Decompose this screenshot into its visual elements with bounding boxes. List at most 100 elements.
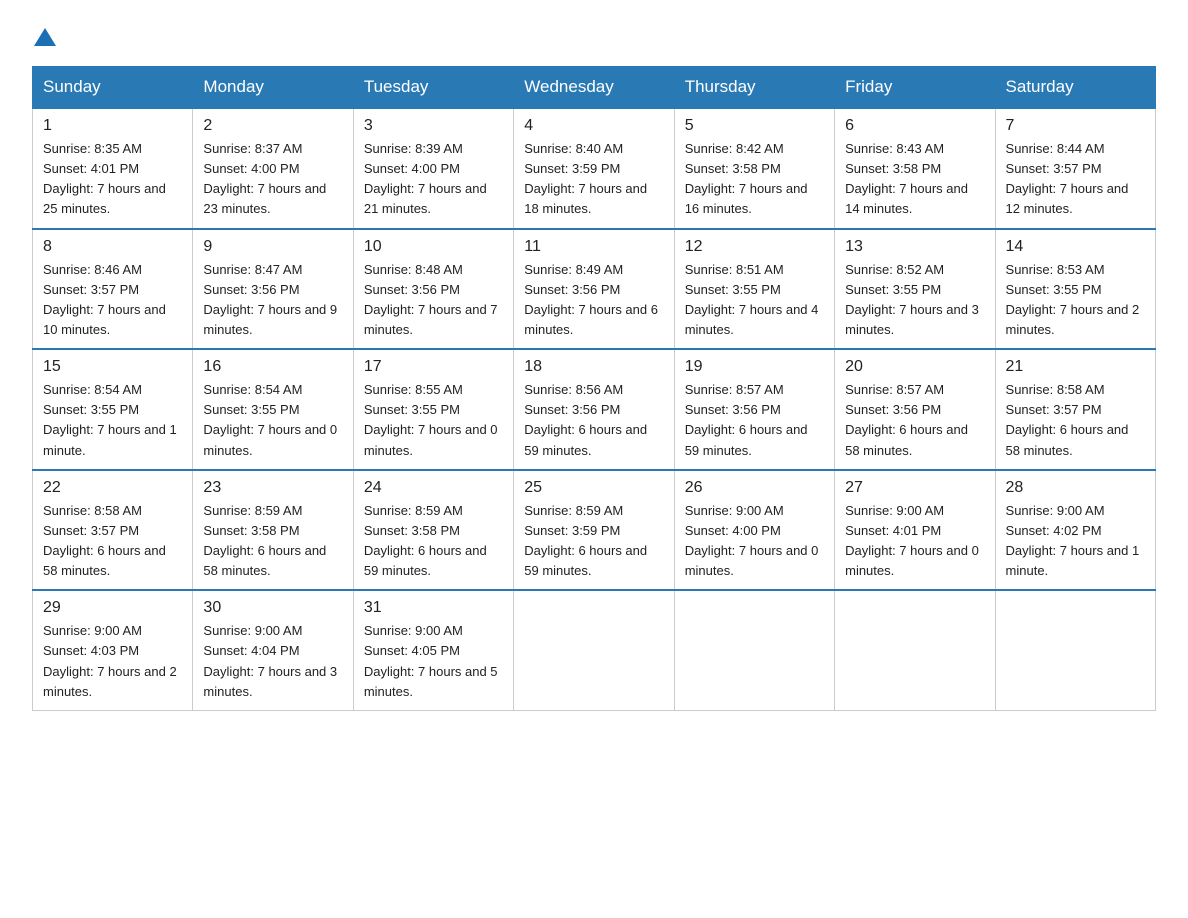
calendar-cell: 2Sunrise: 8:37 AMSunset: 4:00 PMDaylight… [193, 108, 353, 229]
day-number: 24 [364, 479, 503, 497]
calendar-cell [995, 590, 1155, 710]
day-number: 6 [845, 117, 984, 135]
day-number: 12 [685, 238, 824, 256]
day-number: 5 [685, 117, 824, 135]
calendar-cell: 12Sunrise: 8:51 AMSunset: 3:55 PMDayligh… [674, 229, 834, 350]
column-header-tuesday: Tuesday [353, 67, 513, 109]
calendar-cell [514, 590, 674, 710]
day-info: Sunrise: 9:00 AMSunset: 4:02 PMDaylight:… [1006, 501, 1145, 582]
calendar-cell: 7 Sunrise: 8:44 AMSunset: 3:57 PMDaylight… [995, 108, 1155, 229]
day-number: 9 [203, 238, 342, 256]
day-info: Sunrise: 8:49 AMSunset: 3:56 PMDaylight:… [524, 260, 663, 341]
day-number: 1 [43, 117, 182, 135]
day-number: 8 [43, 238, 182, 256]
calendar-header-row: SundayMondayTuesdayWednesdayThursdayFrid… [33, 67, 1156, 109]
day-number: 17 [364, 358, 503, 376]
day-info: Sunrise: 8:59 AMSunset: 3:59 PMDaylight:… [524, 501, 663, 582]
calendar-week-row: 8 Sunrise: 8:46 AMSunset: 3:57 PMDaylight… [33, 229, 1156, 350]
calendar-cell: 5 Sunrise: 8:42 AMSunset: 3:58 PMDaylight… [674, 108, 834, 229]
calendar-cell: 30 Sunrise: 9:00 AMSunset: 4:04 PMDayligh… [193, 590, 353, 710]
day-info: Sunrise: 8:53 AMSunset: 3:55 PMDaylight:… [1006, 260, 1145, 341]
calendar-cell: 15 Sunrise: 8:54 AMSunset: 3:55 PMDayligh… [33, 349, 193, 470]
calendar-cell: 25 Sunrise: 8:59 AMSunset: 3:59 PMDayligh… [514, 470, 674, 591]
calendar-week-row: 1 Sunrise: 8:35 AMSunset: 4:01 PMDaylight… [33, 108, 1156, 229]
calendar-cell: 3 Sunrise: 8:39 AMSunset: 4:00 PMDaylight… [353, 108, 513, 229]
day-number: 20 [845, 358, 984, 376]
day-info: Sunrise: 8:59 AMSunset: 3:58 PMDaylight:… [364, 501, 503, 582]
day-info: Sunrise: 8:40 AMSunset: 3:59 PMDaylight:… [524, 139, 663, 220]
calendar-cell: 8 Sunrise: 8:46 AMSunset: 3:57 PMDaylight… [33, 229, 193, 350]
day-info: Sunrise: 8:55 AMSunset: 3:55 PMDaylight:… [364, 380, 503, 461]
day-info: Sunrise: 8:54 AMSunset: 3:55 PMDaylight:… [203, 380, 342, 461]
day-number: 29 [43, 599, 182, 617]
calendar-cell: 14 Sunrise: 8:53 AMSunset: 3:55 PMDayligh… [995, 229, 1155, 350]
calendar-cell: 18Sunrise: 8:56 AMSunset: 3:56 PMDayligh… [514, 349, 674, 470]
day-number: 14 [1006, 238, 1145, 256]
calendar-cell: 27 Sunrise: 9:00 AMSunset: 4:01 PMDayligh… [835, 470, 995, 591]
day-number: 11 [524, 238, 663, 256]
day-number: 7 [1006, 117, 1145, 135]
calendar-cell: 26 Sunrise: 9:00 AMSunset: 4:00 PMDayligh… [674, 470, 834, 591]
day-info: Sunrise: 9:00 AMSunset: 4:04 PMDaylight:… [203, 621, 342, 702]
day-info: Sunrise: 8:57 AMSunset: 3:56 PMDaylight:… [845, 380, 984, 461]
column-header-wednesday: Wednesday [514, 67, 674, 109]
calendar-week-row: 15 Sunrise: 8:54 AMSunset: 3:55 PMDayligh… [33, 349, 1156, 470]
day-number: 4 [524, 117, 663, 135]
calendar-cell: 31 Sunrise: 9:00 AMSunset: 4:05 PMDayligh… [353, 590, 513, 710]
day-info: Sunrise: 8:48 AMSunset: 3:56 PMDaylight:… [364, 260, 503, 341]
day-number: 26 [685, 479, 824, 497]
logo-triangle-icon [34, 26, 56, 48]
day-number: 23 [203, 479, 342, 497]
calendar-cell: 10 Sunrise: 8:48 AMSunset: 3:56 PMDayligh… [353, 229, 513, 350]
day-info: Sunrise: 8:39 AMSunset: 4:00 PMDaylight:… [364, 139, 503, 220]
day-info: Sunrise: 8:47 AMSunset: 3:56 PMDaylight:… [203, 260, 342, 341]
calendar-cell: 16 Sunrise: 8:54 AMSunset: 3:55 PMDayligh… [193, 349, 353, 470]
day-info: Sunrise: 8:54 AMSunset: 3:55 PMDaylight:… [43, 380, 182, 461]
day-number: 25 [524, 479, 663, 497]
calendar-cell: 22 Sunrise: 8:58 AMSunset: 3:57 PMDayligh… [33, 470, 193, 591]
day-info: Sunrise: 8:44 AMSunset: 3:57 PMDaylight:… [1006, 139, 1145, 220]
calendar-cell: 9 Sunrise: 8:47 AMSunset: 3:56 PMDaylight… [193, 229, 353, 350]
calendar-cell: 28 Sunrise: 9:00 AMSunset: 4:02 PMDayligh… [995, 470, 1155, 591]
column-header-sunday: Sunday [33, 67, 193, 109]
calendar-cell [674, 590, 834, 710]
day-number: 27 [845, 479, 984, 497]
calendar-week-row: 22 Sunrise: 8:58 AMSunset: 3:57 PMDayligh… [33, 470, 1156, 591]
day-number: 15 [43, 358, 182, 376]
day-info: Sunrise: 9:00 AMSunset: 4:05 PMDaylight:… [364, 621, 503, 702]
day-number: 10 [364, 238, 503, 256]
day-number: 16 [203, 358, 342, 376]
day-info: Sunrise: 9:00 AMSunset: 4:01 PMDaylight:… [845, 501, 984, 582]
day-number: 21 [1006, 358, 1145, 376]
calendar-cell: 1 Sunrise: 8:35 AMSunset: 4:01 PMDaylight… [33, 108, 193, 229]
day-number: 2 [203, 117, 342, 135]
calendar-cell: 11 Sunrise: 8:49 AMSunset: 3:56 PMDayligh… [514, 229, 674, 350]
calendar-cell: 19 Sunrise: 8:57 AMSunset: 3:56 PMDayligh… [674, 349, 834, 470]
day-info: Sunrise: 9:00 AMSunset: 4:03 PMDaylight:… [43, 621, 182, 702]
calendar-week-row: 29 Sunrise: 9:00 AMSunset: 4:03 PMDayligh… [33, 590, 1156, 710]
day-info: Sunrise: 8:35 AMSunset: 4:01 PMDaylight:… [43, 139, 182, 220]
day-info: Sunrise: 9:00 AMSunset: 4:00 PMDaylight:… [685, 501, 824, 582]
calendar-table: SundayMondayTuesdayWednesdayThursdayFrid… [32, 66, 1156, 711]
day-info: Sunrise: 8:43 AMSunset: 3:58 PMDaylight:… [845, 139, 984, 220]
day-number: 13 [845, 238, 984, 256]
column-header-thursday: Thursday [674, 67, 834, 109]
calendar-cell: 6 Sunrise: 8:43 AMSunset: 3:58 PMDaylight… [835, 108, 995, 229]
day-number: 18 [524, 358, 663, 376]
calendar-cell: 29 Sunrise: 9:00 AMSunset: 4:03 PMDayligh… [33, 590, 193, 710]
day-number: 3 [364, 117, 503, 135]
day-number: 22 [43, 479, 182, 497]
calendar-cell: 24 Sunrise: 8:59 AMSunset: 3:58 PMDayligh… [353, 470, 513, 591]
day-number: 19 [685, 358, 824, 376]
day-info: Sunrise: 8:58 AMSunset: 3:57 PMDaylight:… [43, 501, 182, 582]
day-info: Sunrise: 8:59 AMSunset: 3:58 PMDaylight:… [203, 501, 342, 582]
calendar-cell: 4 Sunrise: 8:40 AMSunset: 3:59 PMDaylight… [514, 108, 674, 229]
day-number: 28 [1006, 479, 1145, 497]
day-info: Sunrise: 8:57 AMSunset: 3:56 PMDaylight:… [685, 380, 824, 461]
column-header-friday: Friday [835, 67, 995, 109]
day-number: 30 [203, 599, 342, 617]
logo [32, 24, 56, 46]
day-info: Sunrise: 8:42 AMSunset: 3:58 PMDaylight:… [685, 139, 824, 220]
day-number: 31 [364, 599, 503, 617]
day-info: Sunrise: 8:46 AMSunset: 3:57 PMDaylight:… [43, 260, 182, 341]
